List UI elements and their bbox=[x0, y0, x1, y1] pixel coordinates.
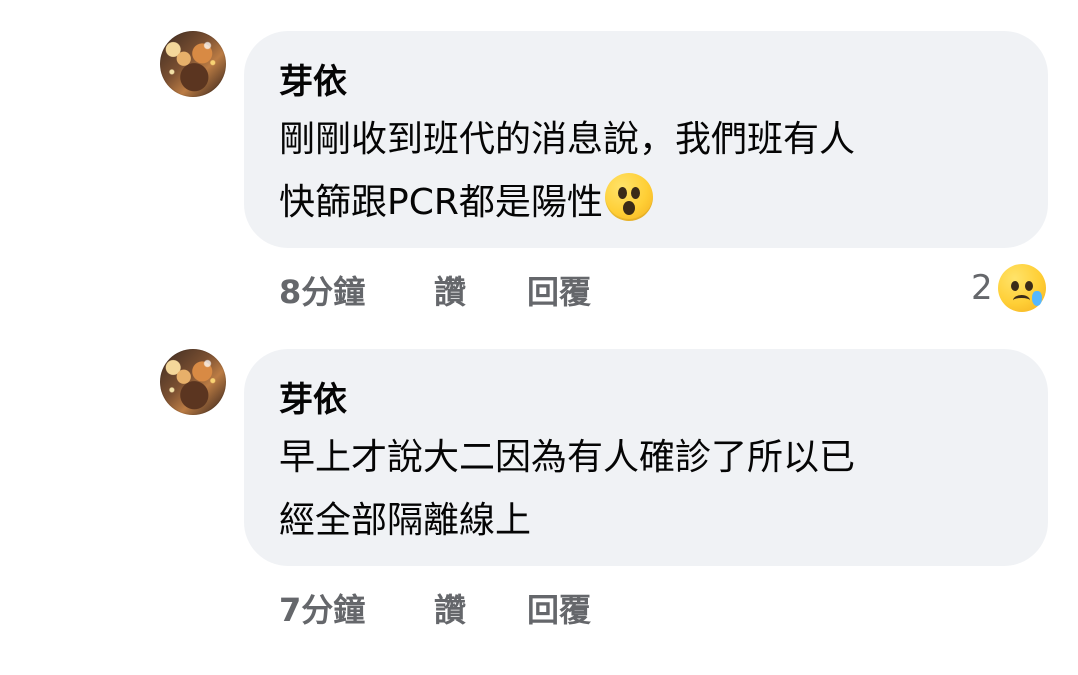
sad-mouth bbox=[1013, 295, 1030, 306]
comment-timestamp[interactable]: 8分鐘 bbox=[279, 270, 365, 314]
surprised-face-icon bbox=[604, 173, 653, 221]
comment-text-line: 快篩跟PCR都是陽性 bbox=[279, 182, 603, 223]
sad-face-icon bbox=[998, 264, 1046, 312]
comment-timestamp[interactable]: 7分鐘 bbox=[279, 588, 365, 632]
comment-author[interactable]: 芽依 bbox=[279, 58, 347, 106]
like-button[interactable]: 讚 bbox=[434, 270, 466, 314]
comment-text-line: 早上才說大二因為有人確診了所以已 bbox=[279, 437, 856, 478]
comment-text-line-with-emoji: 快篩跟PCR都是陽性 bbox=[279, 171, 1014, 234]
reply-button[interactable]: 回覆 bbox=[527, 270, 591, 314]
avatar[interactable] bbox=[160, 31, 226, 97]
comment-text-line: 剛剛收到班代的消息說，我們班有人 bbox=[279, 119, 856, 160]
surprised-mouth bbox=[622, 201, 635, 215]
reply-button[interactable]: 回覆 bbox=[527, 588, 591, 632]
comment-text-line: 經全部隔離線上 bbox=[279, 500, 532, 541]
comment-text: 剛剛收到班代的消息說，我們班有人 快篩跟PCR都是陽性 bbox=[279, 108, 1014, 234]
reaction-count: 2 bbox=[971, 268, 993, 308]
comment-text: 早上才說大二因為有人確診了所以已 經全部隔離線上 bbox=[279, 426, 1014, 552]
comment-author[interactable]: 芽依 bbox=[279, 376, 347, 424]
like-button[interactable]: 讚 bbox=[434, 588, 466, 632]
avatar[interactable] bbox=[160, 349, 226, 415]
tear-icon bbox=[1032, 291, 1042, 306]
